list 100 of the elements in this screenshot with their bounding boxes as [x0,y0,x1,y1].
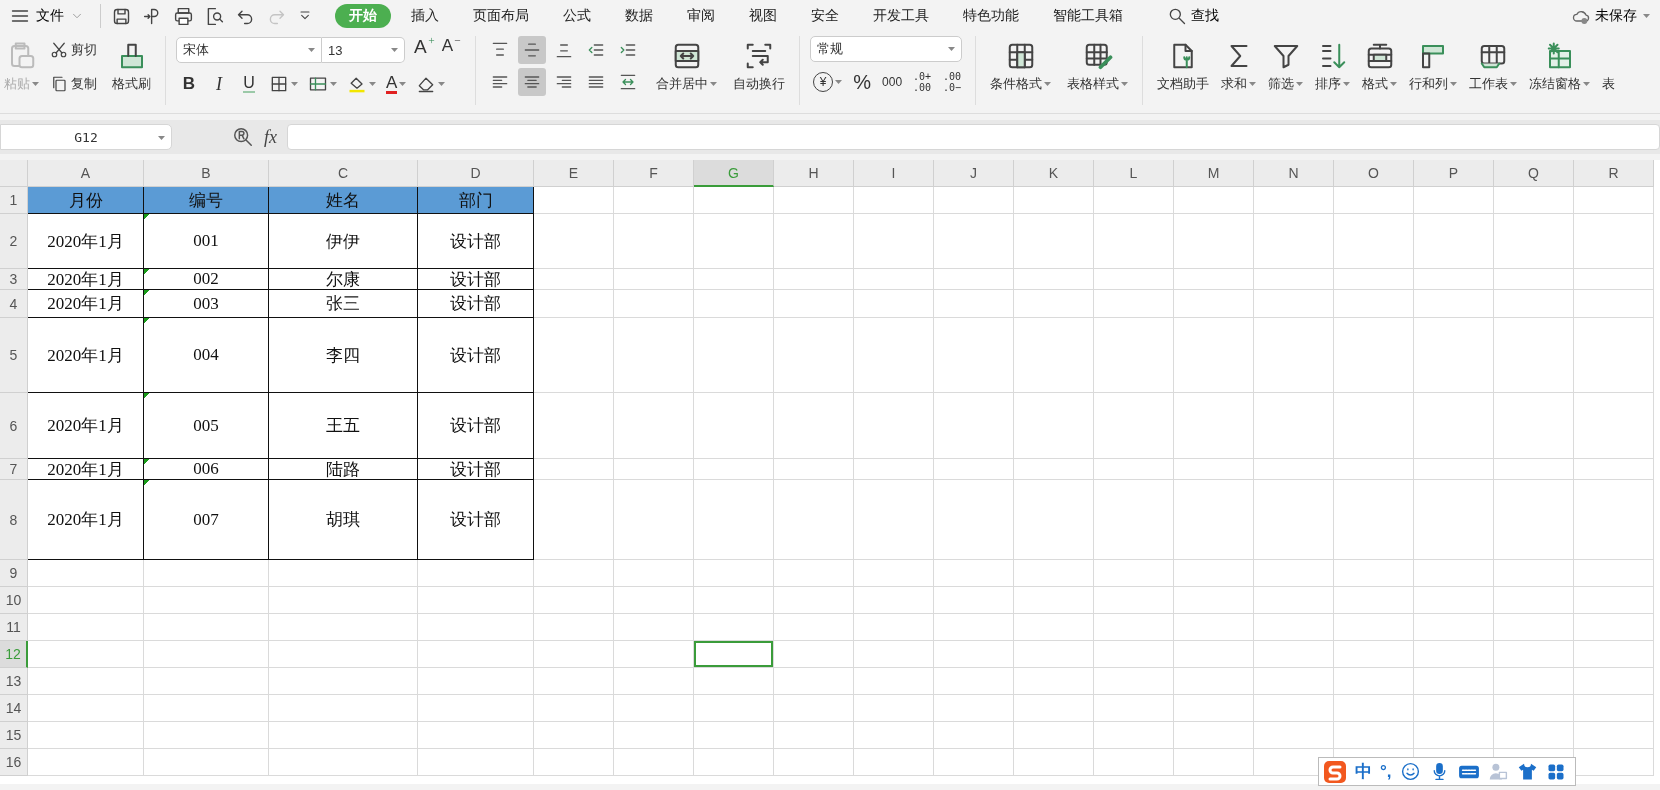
table-cell[interactable]: 2020年1月 [28,318,144,393]
table-cell[interactable] [694,695,774,722]
table-cell[interactable] [1174,695,1254,722]
table-cell[interactable] [1334,722,1414,749]
table-cell[interactable] [1174,560,1254,587]
table-cell[interactable] [694,459,774,480]
table-cell[interactable] [614,269,694,290]
percent-button[interactable]: % [849,68,876,96]
middle-align-button[interactable] [518,36,547,64]
table-cell[interactable] [614,560,694,587]
table-cell[interactable] [1494,695,1574,722]
number-format-field[interactable]: 常规 [810,36,963,62]
table-cell[interactable] [418,614,534,641]
table-cell[interactable] [1174,587,1254,614]
table-cell[interactable] [1174,214,1254,269]
column-header[interactable]: L [1094,160,1174,187]
row-header[interactable]: 6 [0,393,28,459]
ribbon-button[interactable]: 筛选 [1264,36,1308,98]
column-header[interactable]: E [534,160,614,187]
ribbon-button[interactable]: 冻结窗格 [1525,36,1595,98]
table-cell[interactable] [1494,269,1574,290]
table-cell[interactable] [774,269,854,290]
table-cell[interactable] [1574,269,1654,290]
table-cell[interactable] [269,722,418,749]
table-cell[interactable] [1094,668,1174,695]
table-cell[interactable] [854,459,934,480]
table-cell[interactable] [934,641,1014,668]
row-header[interactable]: 15 [0,722,28,749]
table-cell[interactable] [1574,214,1654,269]
table-cell[interactable] [614,749,694,776]
shirt-icon[interactable] [1516,761,1538,782]
table-cell[interactable] [934,668,1014,695]
table-cell[interactable]: 李四 [269,318,418,393]
underline-button[interactable]: U [236,70,262,98]
column-title[interactable]: 姓名 [269,187,418,214]
table-cell[interactable] [1494,560,1574,587]
cut-button[interactable]: 剪切 [47,36,100,64]
table-cell[interactable] [534,269,614,290]
ribbon-button[interactable]: 表格样式 [1063,36,1133,98]
table-cell[interactable]: 2020年1月 [28,214,144,269]
table-cell[interactable] [1094,614,1174,641]
column-header[interactable]: O [1334,160,1414,187]
table-cell[interactable] [934,290,1014,318]
table-cell[interactable] [1014,393,1094,459]
table-cell[interactable]: 王五 [269,393,418,459]
table-cell[interactable] [1254,695,1334,722]
table-cell[interactable] [774,722,854,749]
table-cell[interactable] [1494,290,1574,318]
table-cell[interactable] [534,214,614,269]
remove-decimal-button[interactable]: .00 .0− [939,68,966,96]
table-cell[interactable] [854,722,934,749]
table-cell[interactable] [934,560,1014,587]
table-cell[interactable] [534,480,614,560]
table-cell[interactable] [1334,587,1414,614]
table-cell[interactable] [1574,560,1654,587]
table-cell[interactable] [144,695,269,722]
table-cell[interactable] [1254,269,1334,290]
table-cell[interactable] [854,560,934,587]
shrink-font-button[interactable]: A [438,36,466,64]
search-button[interactable]: 查找 [1161,5,1225,27]
table-cell[interactable]: 2020年1月 [28,459,144,480]
input-mode-toggle[interactable]: 中 [1355,760,1372,783]
row-header[interactable]: 9 [0,560,28,587]
table-cell[interactable] [1334,641,1414,668]
table-cell[interactable] [1254,614,1334,641]
column-header[interactable]: A [28,160,144,187]
table-cell[interactable] [534,290,614,318]
table-cell[interactable] [534,587,614,614]
table-cell[interactable]: 006 [144,459,269,480]
table-cell[interactable] [694,480,774,560]
table-cell[interactable] [1334,318,1414,393]
table-cell[interactable] [144,668,269,695]
select-all-corner[interactable] [0,160,28,187]
table-cell[interactable] [854,269,934,290]
table-cell[interactable] [1494,480,1574,560]
table-cell[interactable] [1574,695,1654,722]
table-cell[interactable] [1254,722,1334,749]
table-cell[interactable] [774,290,854,318]
table-cell[interactable] [614,668,694,695]
table-cell[interactable] [1014,480,1094,560]
table-cell[interactable] [28,749,144,776]
formula-field[interactable] [287,124,1660,150]
table-cell[interactable] [534,668,614,695]
table-cell[interactable] [854,614,934,641]
table-cell[interactable] [1414,695,1494,722]
column-header[interactable]: C [269,160,418,187]
table-cell[interactable] [774,318,854,393]
row-header[interactable]: 1 [0,187,28,214]
table-cell[interactable] [28,722,144,749]
table-cell[interactable] [694,668,774,695]
table-cell[interactable] [1014,214,1094,269]
table-cell[interactable] [269,749,418,776]
table-cell[interactable] [418,749,534,776]
function-label[interactable]: fx [264,126,277,148]
table-cell[interactable]: 设计部 [418,318,534,393]
font-color-button[interactable]: A [383,70,410,98]
table-cell[interactable] [1254,393,1334,459]
bold-button[interactable]: B [176,70,202,98]
table-cell[interactable]: 005 [144,393,269,459]
table-cell[interactable] [1334,560,1414,587]
